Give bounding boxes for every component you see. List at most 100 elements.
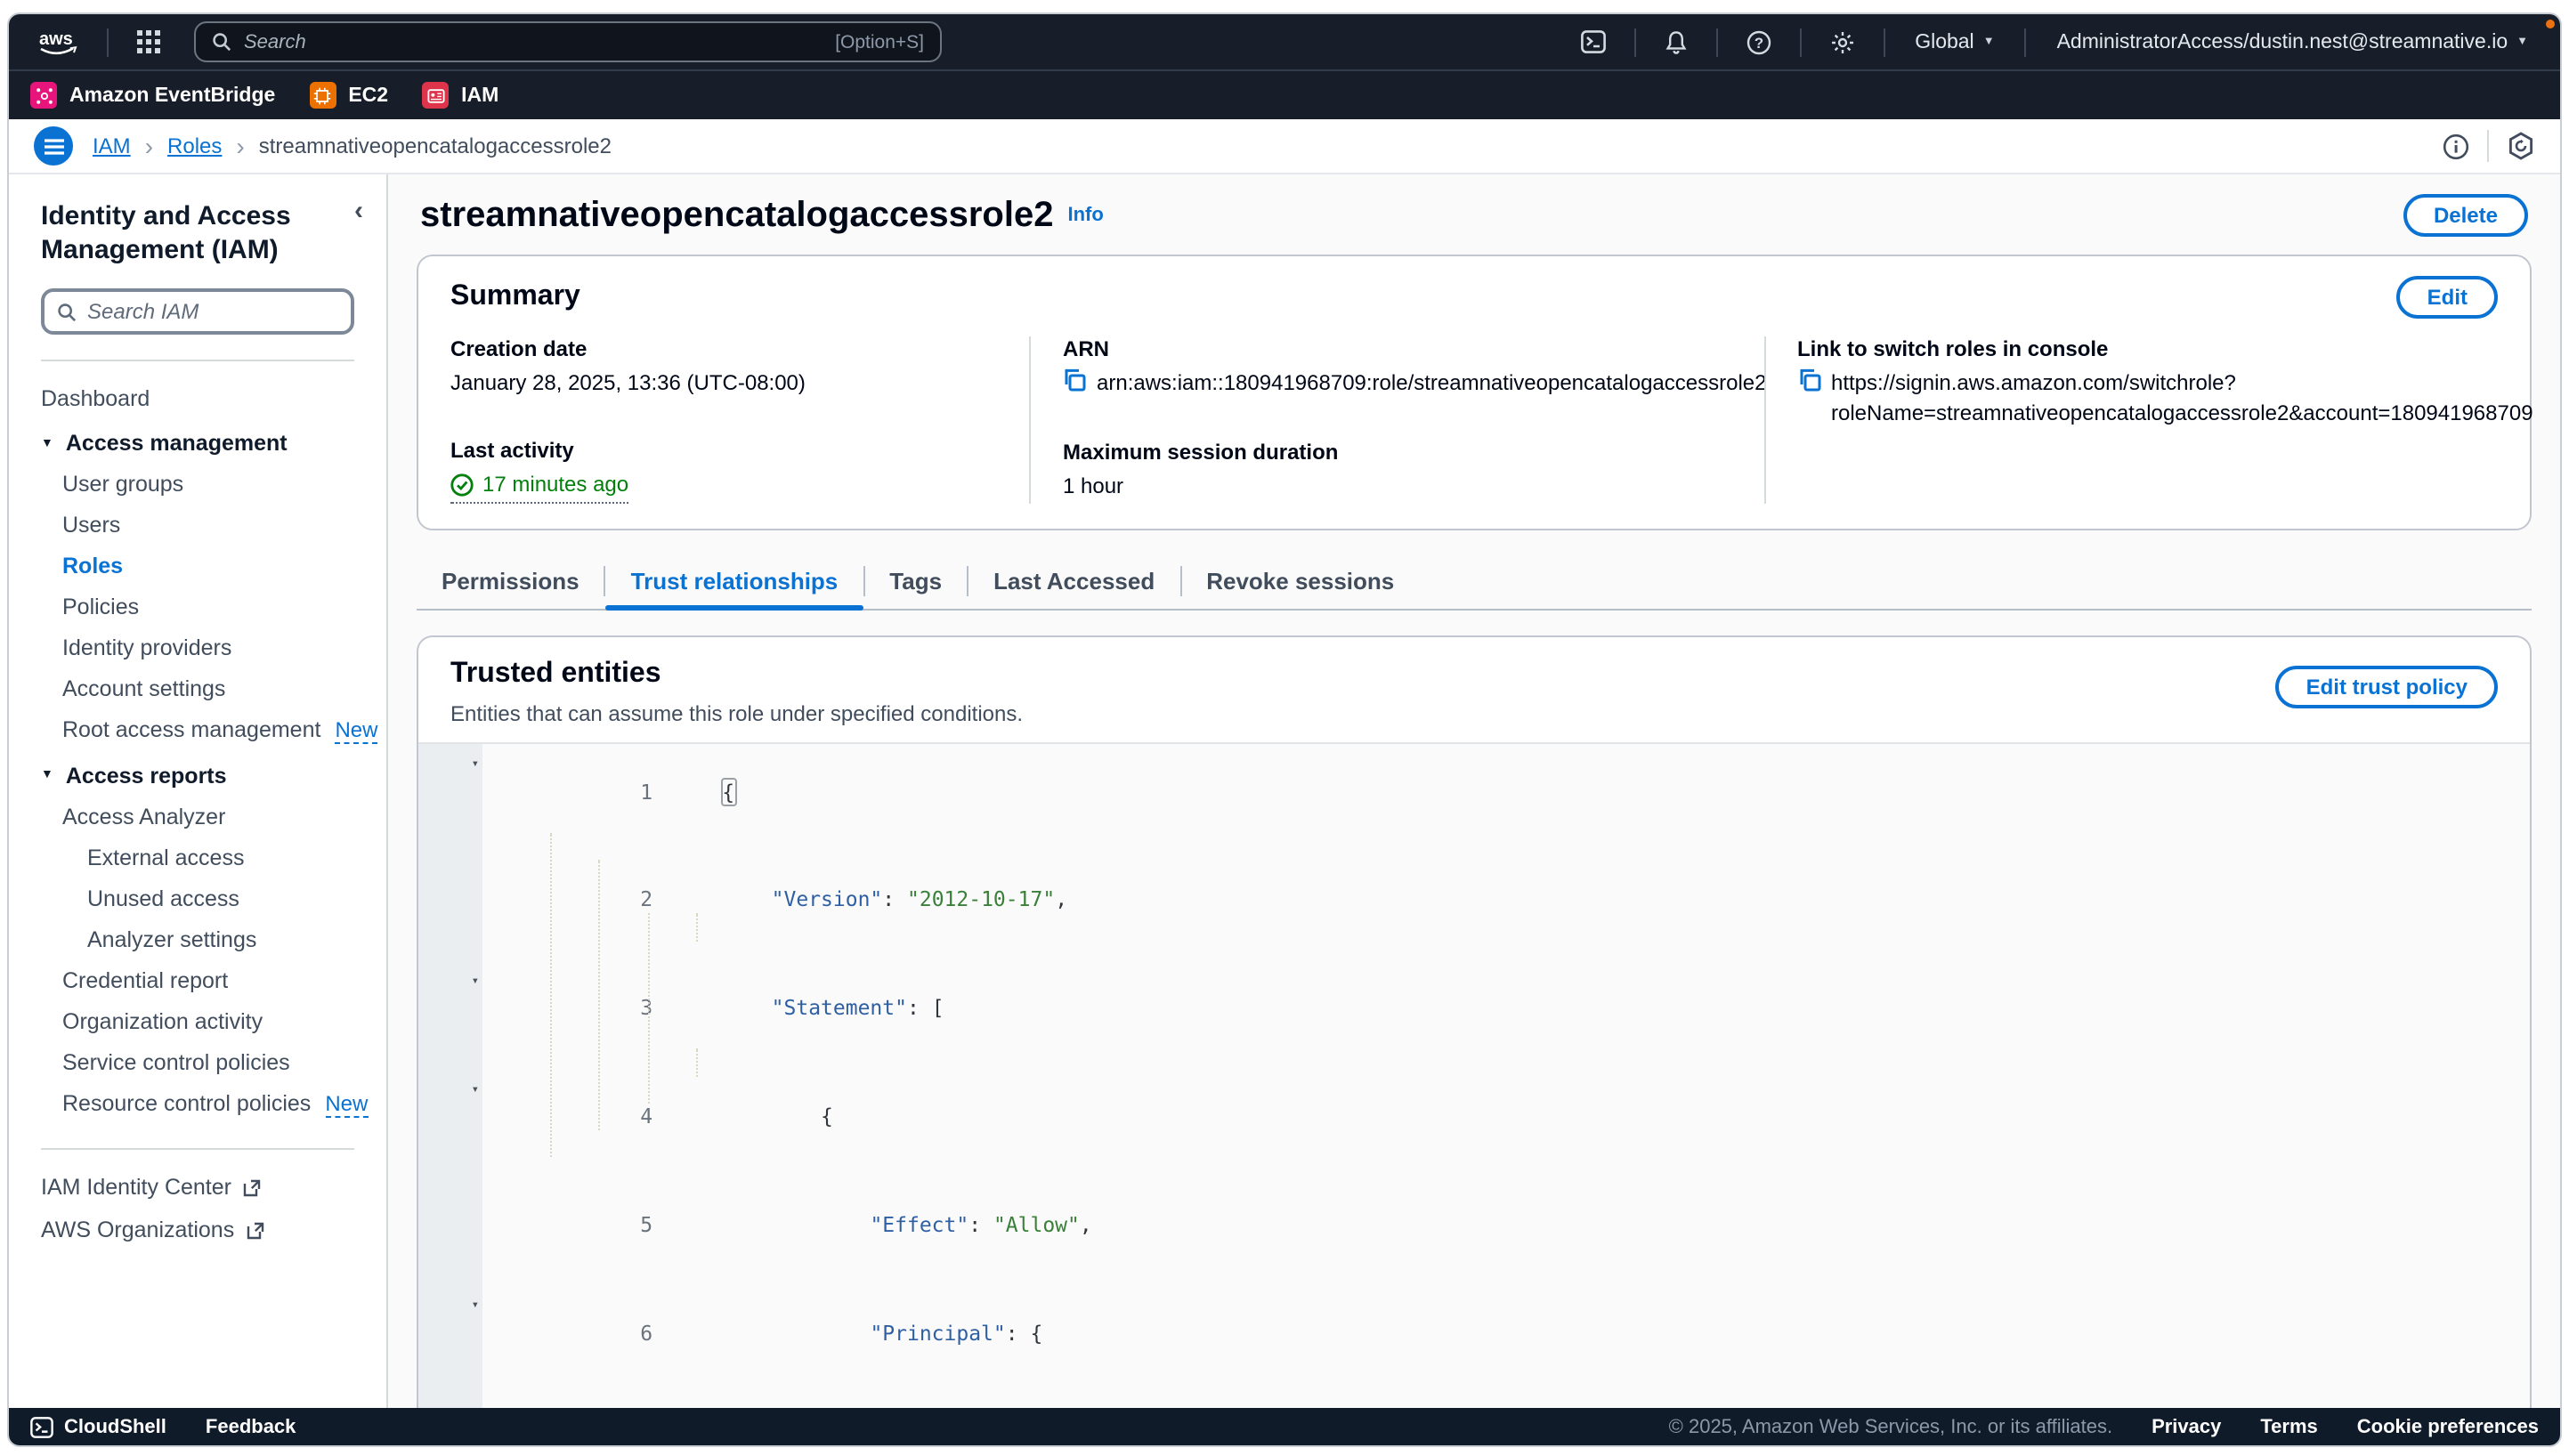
aws-logo[interactable]: aws <box>34 26 84 58</box>
sidebar-collapse-icon[interactable]: ‹ <box>354 198 363 224</box>
new-badge[interactable]: New <box>335 718 377 745</box>
breadcrumb-actions <box>2443 130 2535 162</box>
search-shortcut: [Option+S] <box>835 31 924 53</box>
account-menu[interactable]: AdministratorAccess/dustin.nest@streamna… <box>2043 31 2542 53</box>
search-placeholder: Search <box>244 31 306 53</box>
favorite-eventbridge[interactable]: Amazon EventBridge <box>30 82 275 109</box>
sidebar-link-aws-organizations[interactable]: AWS Organizations <box>9 1209 386 1252</box>
notifications-bell-icon[interactable] <box>1651 29 1699 54</box>
arn-value: arn:aws:iam::180941968709:role/streamnat… <box>1097 368 1767 399</box>
creation-date-value: January 28, 2025, 13:36 (UTC-08:00) <box>450 368 1004 397</box>
page-title: streamnativeopencatalogaccessrole2 <box>420 195 1053 236</box>
sidebar-item-roles[interactable]: Roles <box>9 546 386 587</box>
sidebar-item-external-access[interactable]: External access <box>9 837 386 878</box>
sidebar-item-users[interactable]: Users <box>9 506 386 546</box>
line-number: 2 <box>418 860 482 968</box>
tab[interactable]: Last Accessed <box>968 554 1179 610</box>
line-number: 1 ▾ <box>418 752 482 861</box>
fold-icon[interactable]: ▾ <box>472 1293 479 1320</box>
cookie-preferences-link[interactable]: Cookie preferences <box>2357 1416 2539 1437</box>
sidebar-search-placeholder: Search IAM <box>87 300 199 325</box>
services-grid-icon[interactable] <box>125 30 173 53</box>
info-link[interactable]: Info <box>1067 205 1103 226</box>
help-icon[interactable]: ? <box>1733 29 1783 54</box>
max-session-value: 1 hour <box>1063 472 1738 500</box>
region-selector[interactable]: Global ▼ <box>1900 31 2008 53</box>
favorite-ec2[interactable]: EC2 <box>309 82 388 109</box>
switch-role-link-label: Link to switch roles in console <box>1797 336 2473 361</box>
breadcrumb-link-roles[interactable]: Roles <box>167 133 222 158</box>
global-search-input[interactable]: Search [Option+S] <box>194 21 942 62</box>
browser-window: aws Search [Option+S] <box>7 12 2562 1447</box>
fold-icon[interactable]: ▾ <box>472 752 479 779</box>
edit-button[interactable]: Edit <box>2397 276 2498 319</box>
search-icon <box>212 32 231 52</box>
divider <box>1715 28 1717 56</box>
side-nav-toggle[interactable] <box>34 126 73 166</box>
sidebar-link-iam-identity-center[interactable]: IAM Identity Center <box>9 1167 386 1209</box>
tab[interactable]: Permissions <box>417 554 604 610</box>
terms-link[interactable]: Terms <box>2260 1416 2317 1437</box>
sidebar-item-analyzer-settings[interactable]: Analyzer settings <box>9 919 386 960</box>
tab[interactable]: Tags <box>864 554 967 610</box>
search-icon <box>57 303 77 322</box>
line-number: 4 ▾ <box>418 1077 482 1185</box>
settings-gear-icon[interactable] <box>1817 29 1867 54</box>
copy-icon[interactable] <box>1797 368 1820 392</box>
sidebar-section-access-reports[interactable]: ▼ Access reports <box>9 751 386 797</box>
sidebar-item-credential-report[interactable]: Credential report <box>9 960 386 1001</box>
breadcrumb-link-iam[interactable]: IAM <box>93 133 131 158</box>
code-line: 6 ▾ "Principal": { <box>418 1293 2530 1402</box>
tab[interactable]: Revoke sessions <box>1181 554 1419 610</box>
divider <box>2487 130 2489 162</box>
main-content: streamnativeopencatalogaccessrole2 Info … <box>388 174 2560 1408</box>
summary-card: Summary Edit Creation date January 28, 2… <box>417 255 2532 531</box>
summary-heading: Summary <box>450 281 580 313</box>
favorite-iam[interactable]: IAM <box>422 82 498 109</box>
line-number: 6 ▾ <box>418 1293 482 1402</box>
cloudshell-icon[interactable] <box>1568 30 1617 53</box>
sidebar-item-access-analyzer[interactable]: Access Analyzer <box>9 797 386 837</box>
sidebar-item-user-groups[interactable]: User groups <box>9 465 386 506</box>
copy-icon[interactable] <box>1063 368 1086 392</box>
chevron-down-icon: ▼ <box>1983 36 1995 48</box>
summary-col-1: Creation date January 28, 2025, 13:36 (U… <box>450 336 1029 505</box>
new-badge[interactable]: New <box>325 1091 368 1118</box>
favorite-label: IAM <box>461 85 498 106</box>
sidebar-item-root-access-management[interactable]: Root access managementNew <box>9 710 386 751</box>
cloudshell-footer-button[interactable]: CloudShell <box>30 1416 166 1437</box>
info-panel-icon[interactable] <box>2443 133 2469 159</box>
triangle-down-icon: ▼ <box>41 770 53 782</box>
sidebar-item-account-settings[interactable]: Account settings <box>9 669 386 710</box>
top-nav-right: ? Global ▼ AdministratorAccess/dustin.ne… <box>1568 28 2542 56</box>
edit-trust-policy-button[interactable]: Edit trust policy <box>2276 667 2498 709</box>
feedback-button[interactable]: Feedback <box>206 1416 296 1437</box>
sidebar-search-input[interactable]: Search IAM <box>41 289 354 336</box>
fold-icon[interactable]: ▾ <box>472 1077 479 1104</box>
delete-button[interactable]: Delete <box>2403 194 2528 237</box>
tab[interactable]: Trust relationships <box>606 554 863 610</box>
shortcuts-hexagon-icon[interactable] <box>2507 132 2535 160</box>
arn-label: ARN <box>1063 336 1738 361</box>
sidebar-item-service-control-policies[interactable]: Service control policies <box>9 1042 386 1083</box>
sidebar-section-access-management[interactable]: ▼ Access management <box>9 419 386 465</box>
sidebar-item-dashboard[interactable]: Dashboard <box>9 378 386 419</box>
aws-top-nav: aws Search [Option+S] <box>9 14 2560 69</box>
sidebar-item-organization-activity[interactable]: Organization activity <box>9 1001 386 1042</box>
ec2-icon <box>309 82 336 109</box>
check-circle-icon <box>450 473 474 497</box>
sidebar-item-unused-access[interactable]: Unused access <box>9 878 386 919</box>
triangle-down-icon: ▼ <box>41 438 53 450</box>
sidebar-item-identity-providers[interactable]: Identity providers <box>9 628 386 669</box>
max-session-label: Maximum session duration <box>1063 440 1738 465</box>
trust-policy-code-viewer[interactable]: 1 ▾ { 2 <box>418 743 2530 1408</box>
favorite-label: EC2 <box>348 85 388 106</box>
region-label: Global <box>1915 31 1974 53</box>
fold-icon[interactable]: ▾ <box>472 968 479 995</box>
indent-guide <box>598 861 600 1131</box>
privacy-link[interactable]: Privacy <box>2152 1416 2221 1437</box>
sidebar-item-resource-control-policies[interactable]: Resource control policiesNew <box>9 1083 386 1124</box>
sidebar-item-policies[interactable]: Policies <box>9 587 386 628</box>
copyright-text: © 2025, Amazon Web Services, Inc. or its… <box>1669 1416 2112 1437</box>
code-line: 4 ▾ { <box>418 1077 2530 1185</box>
